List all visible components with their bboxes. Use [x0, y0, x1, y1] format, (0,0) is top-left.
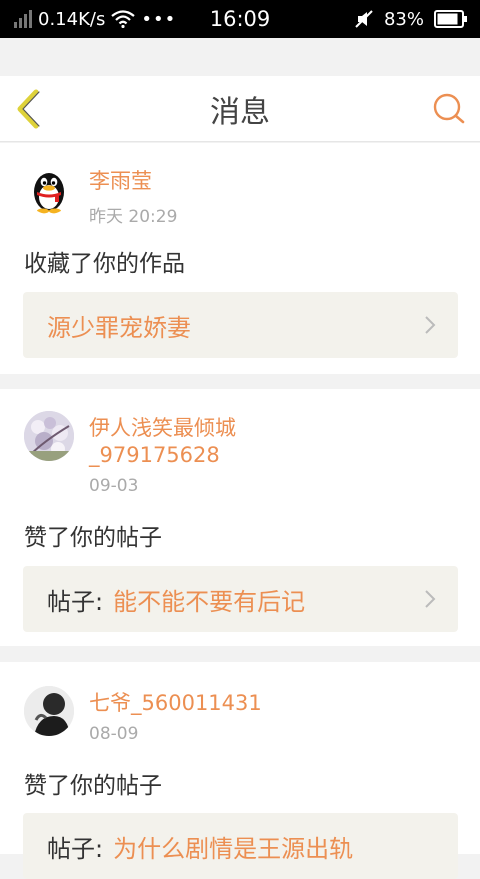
mute-icon: [354, 9, 374, 29]
target-link[interactable]: 帖子: 为什么剧情是王源出轨: [23, 813, 458, 879]
page-title: 消息: [210, 95, 270, 130]
top-navigation-bar: 消息: [0, 76, 480, 142]
action-text: 收藏了你的作品: [24, 251, 185, 277]
search-button[interactable]: [432, 92, 466, 126]
action-text: 赞了你的帖子: [24, 773, 162, 799]
target-title: 为什么剧情是王源出轨: [113, 834, 354, 863]
target-link[interactable]: 源少罪宠娇妻: [23, 292, 458, 358]
message-time: 08-09: [89, 724, 139, 744]
message-time: 昨天 20:29: [89, 207, 178, 227]
target-prefix: 帖子:: [47, 587, 104, 616]
battery-percent: 83%: [383, 8, 424, 30]
message-time: 09-03: [89, 476, 139, 496]
username[interactable]: 李雨莹: [89, 168, 152, 195]
flower-avatar-icon: [24, 411, 74, 461]
username-line2: _979175628: [89, 443, 220, 467]
person-avatar-icon: [24, 686, 74, 736]
penguin-avatar-icon: [34, 173, 64, 214]
message-card: 李雨莹 昨天 20:29 收藏了你的作品 源少罪宠娇妻: [0, 143, 480, 374]
target-link[interactable]: 帖子: 能不能不要有后记: [23, 566, 458, 632]
battery-icon: [434, 10, 468, 28]
message-card: 伊人浅笑最倾城 _979175628 09-03 赞了你的帖子 帖子: 能不能不…: [0, 389, 480, 646]
chevron-right-icon: [425, 590, 436, 608]
avatar[interactable]: [24, 686, 74, 736]
message-card: 七爷_560011431 08-09 赞了你的帖子 帖子: 为什么剧情是王源出轨: [0, 662, 480, 879]
avatar[interactable]: [24, 411, 74, 461]
target-title: 能不能不要有后记: [113, 587, 306, 616]
username-line1: 伊人浅笑最倾城: [89, 416, 236, 440]
clock: 16:09: [209, 7, 271, 31]
target-prefix: 帖子:: [47, 834, 104, 863]
username[interactable]: 七爷_560011431: [89, 690, 262, 717]
action-text: 赞了你的帖子: [24, 525, 162, 551]
search-icon: [433, 93, 465, 124]
avatar[interactable]: [24, 164, 74, 214]
username[interactable]: 伊人浅笑最倾城 _979175628: [89, 415, 236, 469]
chevron-right-icon: [425, 316, 436, 334]
status-bar: 0.14K/s ••• 16:09 83%: [0, 0, 480, 38]
target-title: 源少罪宠娇妻: [47, 313, 191, 342]
